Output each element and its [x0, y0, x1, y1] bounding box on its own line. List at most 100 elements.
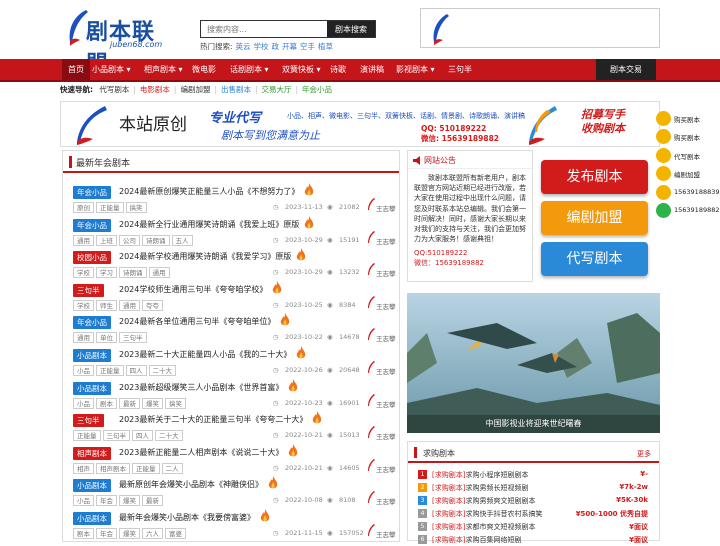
category-badge[interactable]: 三句半: [73, 283, 104, 297]
side-buy-script[interactable]: 购买剧本: [656, 110, 720, 127]
tag[interactable]: 二人: [161, 462, 183, 474]
nav-item[interactable]: 诗歌: [330, 59, 346, 80]
author-name[interactable]: 王志攀: [376, 268, 396, 278]
nav-item[interactable]: 影视剧本 ▾: [396, 59, 435, 80]
tag[interactable]: 年会: [96, 495, 117, 507]
nav-item[interactable]: 相声剧本 ▾: [144, 59, 183, 80]
side-ghostwrite[interactable]: 代写剧本: [656, 147, 720, 164]
script-title-link[interactable]: 2023最新超级爆笑三人小品剧本《世界首富》: [119, 382, 283, 393]
category-badge[interactable]: 小品剧本: [73, 381, 111, 395]
script-title-link[interactable]: 2024最新学校通用爆笑诗朗诵《我爱学习》原版: [119, 251, 291, 262]
side-wechat[interactable]: 15639189882: [656, 202, 720, 219]
author-name[interactable]: 王志攀: [376, 366, 396, 376]
script-title-link[interactable]: 2023最新二十大正能量四人小品《我的二十大》: [119, 349, 291, 360]
tag[interactable]: 小品: [73, 495, 94, 507]
author-name[interactable]: 王志攀: [376, 399, 396, 409]
tag[interactable]: 最新: [142, 495, 163, 507]
category-badge[interactable]: 年会小品: [73, 316, 111, 330]
category-badge[interactable]: 小品剧本: [73, 349, 111, 362]
side-buy-script[interactable]: 购买剧本: [656, 128, 720, 145]
script-trade-button[interactable]: 剧本交易: [596, 59, 656, 80]
tag[interactable]: 通用: [73, 332, 94, 344]
nav-item[interactable]: 小品剧本 ▾: [92, 59, 131, 80]
side-phone[interactable]: 15639188839: [656, 184, 720, 201]
tag[interactable]: 富婆: [165, 528, 186, 539]
request-title[interactable]: [求购剧本]求购百集网络短剧: [432, 535, 521, 545]
search-button[interactable]: 剧本搜索: [327, 21, 375, 37]
publish-script-button[interactable]: 发布剧本: [541, 160, 648, 194]
request-row[interactable]: 4 [求购剧本]求购快手抖音农村系搞笑 ¥500-1000 优秀自提: [418, 508, 658, 520]
tag[interactable]: 小品: [73, 397, 94, 409]
request-title[interactable]: [求购剧本]求购小程序短剧剧本: [432, 470, 528, 480]
tag[interactable]: 五人: [171, 234, 193, 246]
site-logo[interactable]: 剧本联盟 juben68.com: [62, 8, 172, 77]
tag[interactable]: 上班: [96, 234, 117, 246]
author-name[interactable]: 王志攀: [376, 431, 396, 441]
tag[interactable]: 相声: [73, 462, 94, 474]
tag[interactable]: 原创: [73, 202, 94, 213]
category-badge[interactable]: 相声剧本: [73, 446, 111, 460]
tag[interactable]: 学校: [73, 267, 94, 279]
script-title-link[interactable]: 2024最新全行业通用爆笑诗朗诵《我爱上班》原版: [119, 219, 299, 230]
tag[interactable]: 剧本: [96, 397, 117, 409]
author-name[interactable]: 王志攀: [376, 203, 396, 213]
tag[interactable]: 正能量: [96, 202, 124, 213]
request-row[interactable]: 6 [求购剧本]求购百集网络短剧 ¥面议: [418, 534, 658, 546]
request-title[interactable]: [求购剧本]求购男频爽文短剧剧本: [432, 496, 535, 506]
quick-link[interactable]: 代写剧本: [99, 85, 129, 94]
ghostwrite-button[interactable]: 代写剧本: [541, 242, 648, 276]
tag[interactable]: 剧本: [73, 528, 94, 539]
tag[interactable]: 爆笑: [119, 528, 140, 539]
script-title-link[interactable]: 最新年会爆笑小品剧本《我要傍富婆》: [119, 512, 255, 523]
request-title[interactable]: [求购剧本]求都市爽文短视频剧本: [432, 522, 535, 532]
hot-term[interactable]: 学校: [254, 42, 269, 51]
nav-item[interactable]: 双簧快板 ▾: [282, 59, 321, 80]
tag[interactable]: 诗朗诵: [142, 234, 170, 246]
category-badge[interactable]: 小品剧本: [73, 479, 111, 493]
hot-term[interactable]: 植草: [318, 42, 333, 51]
script-title-link[interactable]: 2024最新各单位通用三句半《夸夸咱单位》: [119, 316, 275, 327]
header-ad[interactable]: [420, 8, 660, 48]
tag[interactable]: 六人: [142, 528, 163, 539]
tag[interactable]: 爆笑: [142, 397, 163, 409]
hot-term[interactable]: 英云: [236, 42, 251, 51]
tag[interactable]: 通用: [119, 299, 140, 311]
request-title[interactable]: [求购剧本]求购男频长短视频剧: [432, 483, 528, 493]
nav-item[interactable]: 微电影: [192, 59, 216, 80]
category-badge[interactable]: 三句半: [73, 414, 104, 428]
category-badge[interactable]: 年会小品: [73, 186, 111, 199]
quick-link[interactable]: 电影剧本: [140, 85, 170, 94]
nav-item[interactable]: 演讲稿: [360, 59, 384, 80]
author-name[interactable]: 王志攀: [376, 301, 396, 311]
quick-link[interactable]: 编剧加盟: [180, 85, 210, 94]
tag[interactable]: 三句半: [102, 430, 130, 442]
category-badge[interactable]: 校园小品: [73, 251, 111, 265]
more-link[interactable]: 更多: [637, 449, 651, 459]
tag[interactable]: 相声剧本: [96, 462, 130, 474]
request-row[interactable]: 3 [求购剧本]求购男频爽文短剧剧本 ¥5K-30k: [418, 495, 658, 507]
tag[interactable]: 四人: [132, 430, 153, 442]
quick-link[interactable]: 交易大厅: [262, 85, 292, 94]
tag[interactable]: 三句半: [119, 332, 147, 344]
author-name[interactable]: 王志攀: [376, 333, 396, 343]
tag[interactable]: 四人: [125, 365, 147, 376]
category-badge[interactable]: 小品剧本: [73, 512, 111, 525]
tag[interactable]: 通用: [73, 234, 94, 246]
hot-term[interactable]: 政: [272, 42, 280, 51]
category-badge[interactable]: 年会小品: [73, 218, 111, 232]
tag[interactable]: 正能量: [96, 365, 124, 376]
tag[interactable]: 二十大: [155, 430, 183, 442]
tag[interactable]: 诗朗诵: [119, 267, 147, 279]
author-name[interactable]: 王志攀: [376, 464, 396, 474]
author-name[interactable]: 王志攀: [376, 529, 396, 539]
script-title-link[interactable]: 2023最新正能量二人相声剧本《说说二十大》: [119, 447, 283, 458]
nav-item[interactable]: 首页: [62, 59, 90, 80]
quick-link[interactable]: 出售剧本: [221, 85, 251, 94]
hot-term[interactable]: 开幕: [282, 42, 297, 51]
tag[interactable]: 搞笑: [165, 397, 186, 409]
script-title-link[interactable]: 2024最新原创爆笑正能量三人小品《不想努力了》: [119, 186, 299, 197]
quick-link[interactable]: 年会小品: [302, 85, 332, 94]
tag[interactable]: 师生: [96, 299, 117, 311]
featured-image[interactable]: 中国影视业将迎来世纪曙春: [407, 293, 660, 433]
script-title-link[interactable]: 2023最新关于二十大的正能量三句半《夸夸二十大》: [119, 414, 307, 425]
